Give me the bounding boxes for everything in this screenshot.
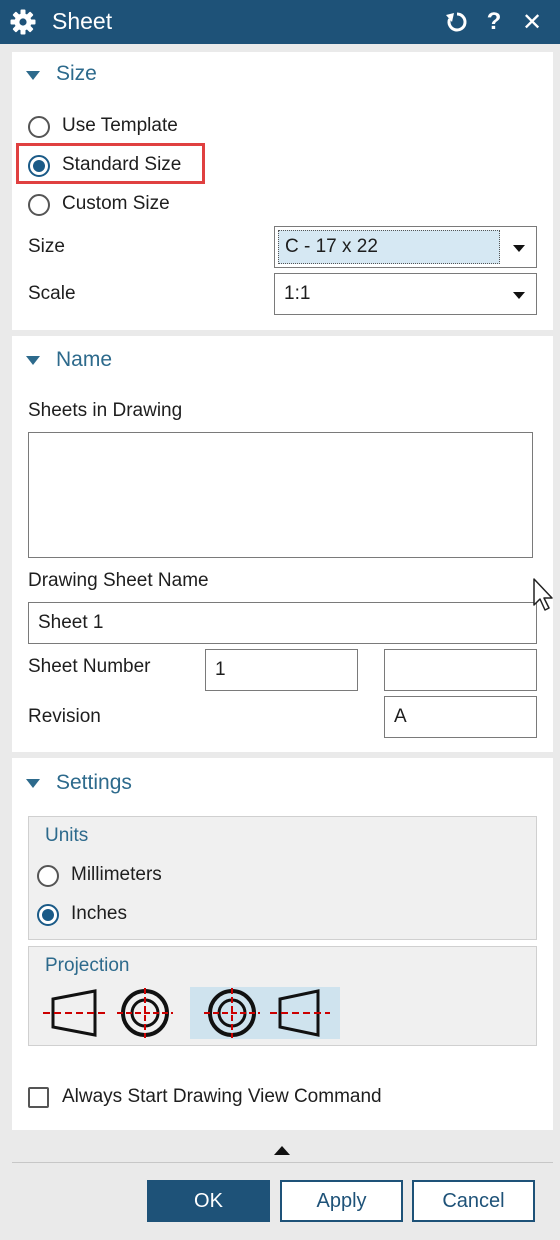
units-group: Units Millimeters Inches (28, 816, 537, 940)
sheet-number-total-input[interactable] (384, 649, 537, 691)
radio-label: Custom Size (62, 193, 170, 214)
drawing-sheet-name-label: Drawing Sheet Name (28, 570, 209, 591)
radio-custom-size[interactable]: Custom Size (28, 192, 218, 218)
radio-circle[interactable] (37, 865, 59, 887)
dialog-title-bar: Sheet ? ✕ (0, 0, 560, 44)
revision-label: Revision (28, 706, 101, 727)
radio-circle-selected[interactable] (37, 904, 59, 926)
name-section: Name Sheets in Drawing Drawing Sheet Nam… (12, 336, 553, 752)
drawing-sheet-name-input[interactable]: Sheet 1 (28, 602, 537, 644)
radio-label: Use Template (62, 115, 178, 136)
size-label: Size (28, 236, 65, 257)
cancel-button[interactable]: Cancel (412, 1180, 535, 1222)
apply-button[interactable]: Apply (280, 1180, 403, 1222)
reset-icon[interactable] (442, 6, 472, 38)
gear-icon (9, 8, 37, 36)
radio-circle[interactable] (28, 116, 50, 138)
size-dropdown[interactable]: C - 17 x 22 (274, 226, 537, 268)
scale-dropdown-value: 1:1 (284, 283, 311, 304)
third-angle-projection-button[interactable] (190, 987, 340, 1039)
units-group-title: Units (45, 825, 89, 846)
always-start-label: Always Start Drawing View Command (62, 1086, 382, 1107)
always-start-checkbox[interactable] (28, 1087, 49, 1108)
collapse-triangle-icon[interactable] (26, 356, 40, 365)
size-dropdown-value: C - 17 x 22 (278, 230, 500, 264)
footer-divider (12, 1162, 553, 1163)
expand-arrow-icon[interactable] (274, 1146, 290, 1155)
radio-label: Millimeters (71, 864, 162, 885)
section-title-size[interactable]: Size (56, 62, 97, 86)
first-angle-projection-button[interactable] (41, 987, 191, 1039)
radio-use-template[interactable]: Use Template (28, 114, 218, 140)
scale-label: Scale (28, 283, 76, 304)
revision-input[interactable]: A (384, 696, 537, 738)
scale-dropdown[interactable]: 1:1 (274, 273, 537, 315)
sheet-number-input[interactable]: 1 (205, 649, 358, 691)
chevron-down-icon[interactable] (513, 292, 525, 299)
ok-button[interactable]: OK (147, 1180, 270, 1222)
section-title-settings[interactable]: Settings (56, 771, 132, 795)
radio-label: Inches (71, 903, 127, 924)
collapse-triangle-icon[interactable] (26, 779, 40, 788)
size-section: Size Use Template Standard Size Custom S… (12, 52, 553, 330)
projection-group-title: Projection (45, 955, 130, 976)
chevron-down-icon[interactable] (513, 245, 525, 252)
section-title-name[interactable]: Name (56, 348, 112, 372)
highlight-box (16, 143, 205, 184)
settings-section: Settings Units Millimeters Inches Projec… (12, 758, 553, 1130)
radio-millimeters[interactable]: Millimeters (37, 863, 207, 889)
sheet-number-label: Sheet Number (28, 656, 151, 677)
always-start-checkbox-row[interactable]: Always Start Drawing View Command (28, 1085, 488, 1111)
mouse-cursor-icon (533, 578, 557, 614)
sheets-list[interactable] (28, 432, 533, 558)
radio-circle[interactable] (28, 194, 50, 216)
help-icon[interactable]: ? (479, 6, 509, 38)
radio-inches[interactable]: Inches (37, 902, 207, 928)
projection-group: Projection (28, 946, 537, 1046)
dialog-title: Sheet (52, 8, 113, 34)
sheets-in-drawing-label: Sheets in Drawing (28, 400, 183, 421)
close-icon[interactable]: ✕ (517, 6, 547, 38)
collapse-triangle-icon[interactable] (26, 71, 40, 80)
